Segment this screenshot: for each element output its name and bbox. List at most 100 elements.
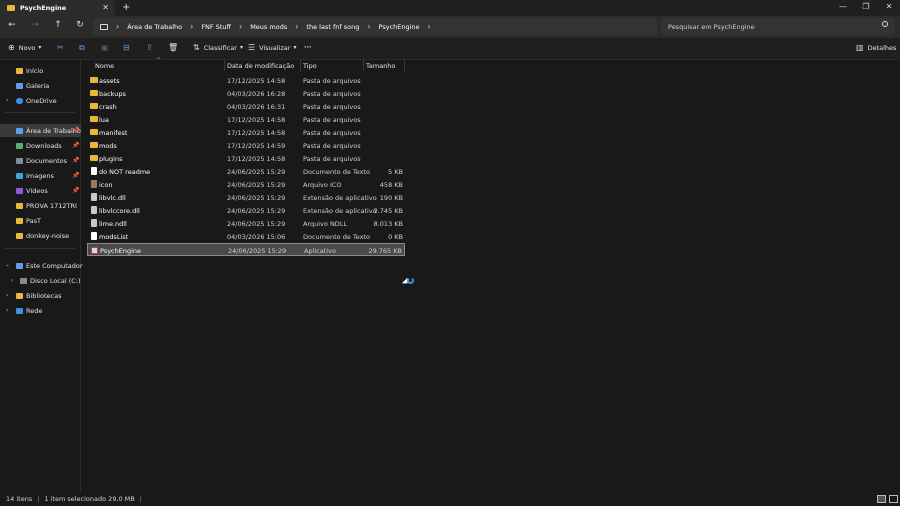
close-window-button[interactable]: ✕ bbox=[879, 2, 899, 11]
paste-icon[interactable]: ▣ bbox=[101, 43, 109, 52]
breadcrumb-item[interactable]: Área de Trabalho bbox=[127, 23, 182, 31]
maximize-button[interactable]: ❐ bbox=[856, 2, 876, 11]
sidebar-item-documents[interactable]: Documentos 📌 bbox=[0, 154, 81, 167]
file-row[interactable]: crash 04/03/2026 16:31 Pasta de arquivos bbox=[87, 100, 405, 113]
file-row[interactable]: mods 17/12/2025 14:59 Pasta de arquivos bbox=[87, 139, 405, 152]
file-date: 24/06/2025 15:29 bbox=[227, 194, 286, 202]
view-label: Visualizar bbox=[259, 43, 291, 52]
sidebar-item-pictures[interactable]: Imagens 📌 bbox=[0, 169, 81, 182]
network-icon bbox=[16, 307, 23, 314]
sidebar-item-libraries[interactable]: › Bibliotecas bbox=[0, 289, 81, 302]
file-row[interactable]: modsList 04/03/2026 15:06 Documento de T… bbox=[87, 230, 405, 243]
dll-file-icon bbox=[91, 219, 97, 227]
delete-icon[interactable]: 🗑 bbox=[168, 43, 178, 52]
sidebar-item-prova[interactable]: PROVA 1712TRI bbox=[0, 199, 81, 212]
file-date: 04/03/2026 15:06 bbox=[227, 233, 286, 241]
tiles-view-icon[interactable] bbox=[889, 495, 898, 503]
view-button[interactable]: ☰ Visualizar ▾ bbox=[248, 43, 300, 52]
sidebar-item-this-pc[interactable]: › Este Computador bbox=[0, 259, 83, 272]
cut-icon[interactable]: ✂ bbox=[57, 43, 64, 52]
chevron-right-icon[interactable]: › bbox=[6, 292, 8, 299]
sidebar-item-downloads[interactable]: Downloads 📌 bbox=[0, 139, 81, 152]
chevron-right-icon[interactable]: › bbox=[6, 97, 8, 104]
column-header-name[interactable]: Nome bbox=[95, 60, 114, 71]
new-label: Novo bbox=[18, 43, 36, 52]
file-type: Aplicativo bbox=[304, 247, 336, 255]
sidebar-item-local-disk[interactable]: › Disco Local (C:) bbox=[0, 274, 81, 287]
libraries-icon bbox=[16, 292, 23, 299]
column-divider[interactable] bbox=[300, 60, 301, 71]
column-header-size[interactable]: Tamanho bbox=[366, 60, 395, 71]
videos-icon bbox=[16, 187, 23, 194]
sidebar-item-network[interactable]: › Rede bbox=[0, 304, 81, 317]
details-button[interactable]: ▥ Detalhes bbox=[856, 43, 896, 52]
file-size: 0 KB bbox=[388, 233, 403, 241]
sort-button[interactable]: ⇅ Classificar ▾ bbox=[193, 43, 247, 52]
back-button[interactable]: ← bbox=[5, 20, 19, 30]
up-button[interactable]: ↑ bbox=[51, 20, 65, 30]
column-divider[interactable] bbox=[363, 60, 364, 71]
file-type: Arquivo NDLL bbox=[303, 220, 348, 228]
column-divider[interactable] bbox=[404, 60, 405, 71]
file-row[interactable]: icon 24/06/2025 15:29 Arquivo ICO 458 KB bbox=[87, 178, 405, 191]
more-options-button[interactable]: ··· bbox=[304, 43, 311, 51]
file-type: Documento de Texto bbox=[303, 233, 371, 241]
file-row[interactable]: assets 17/12/2025 14:58 Pasta de arquivo… bbox=[87, 74, 405, 87]
new-button[interactable]: ⊕ Novo ▾ bbox=[8, 43, 45, 52]
active-tab[interactable]: PsychEngine ✕ bbox=[0, 0, 115, 16]
sidebar-item-label: PasT bbox=[26, 216, 41, 225]
sidebar-item-home[interactable]: Início bbox=[0, 64, 81, 77]
file-row[interactable]: backups 04/03/2026 16:28 Pasta de arquiv… bbox=[87, 87, 405, 100]
close-tab-icon[interactable]: ✕ bbox=[102, 3, 109, 12]
breadcrumb-item[interactable]: PsychEngine bbox=[379, 23, 420, 31]
rename-icon[interactable]: ⊟ bbox=[123, 43, 130, 52]
sidebar-item-onedrive[interactable]: › OneDrive bbox=[0, 94, 81, 107]
file-type: Extensão de aplicativo bbox=[303, 207, 377, 215]
column-header-date[interactable]: Data de modificação bbox=[227, 60, 294, 71]
sidebar-divider bbox=[4, 248, 76, 249]
sidebar-item-gallery[interactable]: Galeria bbox=[0, 79, 81, 92]
breadcrumb-item[interactable]: the last fnf song bbox=[306, 23, 359, 31]
details-view-icon[interactable] bbox=[877, 495, 886, 503]
breadcrumb-item[interactable]: FNF Stuff bbox=[201, 23, 231, 31]
application-icon bbox=[91, 247, 98, 254]
file-name: assets bbox=[99, 77, 120, 85]
breadcrumb-item[interactable]: Meus mods bbox=[250, 23, 287, 31]
chevron-right-icon: › bbox=[239, 22, 243, 31]
refresh-button[interactable]: ↻ bbox=[73, 20, 87, 30]
minimize-button[interactable]: — bbox=[833, 2, 853, 11]
file-name: plugins bbox=[99, 155, 123, 163]
file-name: do NOT readme bbox=[99, 168, 151, 176]
copy-icon[interactable]: ⧉ bbox=[79, 43, 85, 53]
sidebar-item-donkey-noise[interactable]: donkey-noise bbox=[0, 229, 81, 242]
file-row[interactable]: libvlc.dll 24/06/2025 15:29 Extensão de … bbox=[87, 191, 405, 204]
file-date: 24/06/2025 15:29 bbox=[228, 247, 287, 255]
drive-icon bbox=[20, 277, 27, 284]
new-tab-button[interactable]: + bbox=[122, 2, 130, 13]
file-row[interactable]: lime.ndll 24/06/2025 15:29 Arquivo NDLL … bbox=[87, 217, 405, 230]
chevron-down-icon[interactable]: › bbox=[4, 264, 11, 266]
sidebar-item-past[interactable]: PasT bbox=[0, 214, 81, 227]
file-type: Arquivo ICO bbox=[303, 181, 342, 189]
title-bar: PsychEngine ✕ + — ❐ ✕ bbox=[0, 0, 900, 16]
file-row[interactable]: manifest 17/12/2025 14:58 Pasta de arqui… bbox=[87, 126, 405, 139]
sidebar-item-videos[interactable]: Vídeos 📌 bbox=[0, 184, 81, 197]
search-input[interactable]: Pesquisar em PsychEngine bbox=[661, 18, 895, 35]
file-row[interactable]: libvlccore.dll 24/06/2025 15:29 Extensão… bbox=[87, 204, 405, 217]
address-bar[interactable]: › Área de Trabalho › FNF Stuff › Meus mo… bbox=[93, 18, 657, 35]
file-date: 17/12/2025 14:59 bbox=[227, 142, 286, 150]
sidebar-item-desktop[interactable]: Área de Trabalho 📌 bbox=[0, 124, 81, 137]
column-header-type[interactable]: Tipo bbox=[303, 60, 317, 71]
column-divider[interactable] bbox=[224, 60, 225, 71]
file-date: 24/06/2025 15:29 bbox=[227, 168, 286, 176]
chevron-right-icon[interactable]: › bbox=[6, 307, 8, 314]
share-icon[interactable]: ⇪ bbox=[146, 43, 153, 52]
chevron-right-icon[interactable]: › bbox=[11, 277, 13, 284]
file-row[interactable]: do NOT readme 24/06/2025 15:29 Documento… bbox=[87, 165, 405, 178]
chevron-down-icon: ▾ bbox=[239, 44, 243, 51]
forward-button[interactable]: → bbox=[28, 20, 42, 30]
file-date: 24/06/2025 15:29 bbox=[227, 220, 286, 228]
file-row[interactable]: plugins 17/12/2025 14:58 Pasta de arquiv… bbox=[87, 152, 405, 165]
file-row[interactable]: lua 17/12/2025 14:58 Pasta de arquivos bbox=[87, 113, 405, 126]
file-row-selected[interactable]: PsychEngine 24/06/2025 15:29 Aplicativo … bbox=[87, 243, 405, 256]
